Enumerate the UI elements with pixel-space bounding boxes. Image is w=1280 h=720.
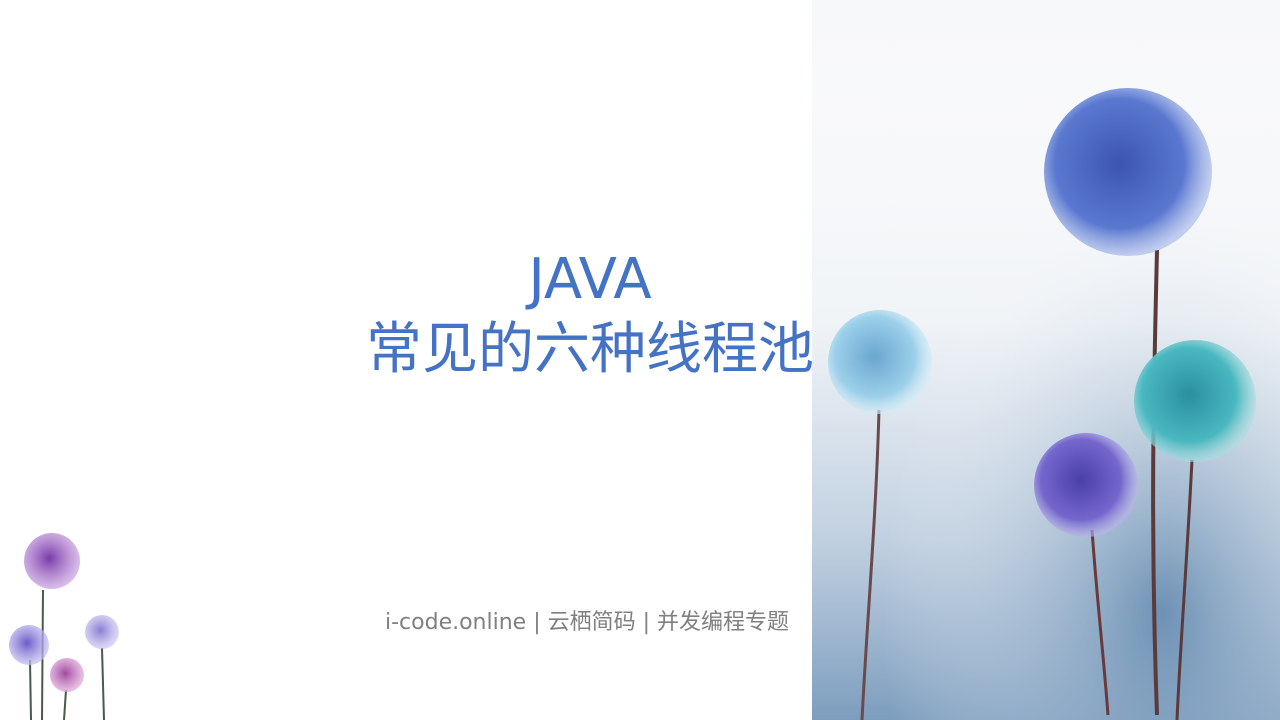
stem — [860, 409, 881, 720]
stem — [1175, 459, 1194, 720]
dandelion-illustration-left — [9, 533, 119, 720]
slide: JAVA 常见的六种线程池 i-code.online | 云栖简码 | 并发编… — [0, 0, 1280, 720]
flower-head — [1044, 88, 1212, 256]
stem — [1090, 529, 1110, 716]
flower-head — [1034, 433, 1138, 537]
flower-head — [50, 658, 84, 692]
flower-head — [85, 615, 119, 649]
flower-head — [9, 625, 49, 665]
footer-text: i-code.online | 云栖简码 | 并发编程专题 — [385, 610, 790, 635]
flower-head — [24, 533, 80, 589]
title-line-java: JAVA — [528, 247, 652, 312]
title-line-subtitle: 常见的六种线程池 — [366, 317, 814, 382]
